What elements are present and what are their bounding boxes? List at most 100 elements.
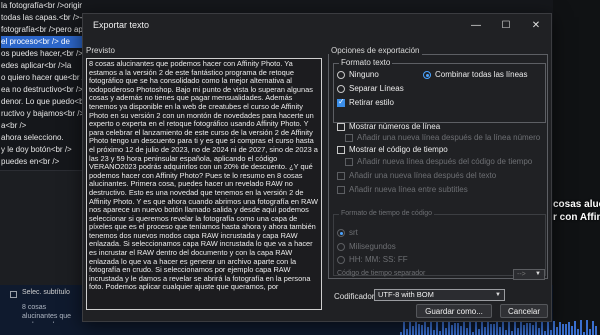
remove-style-label: Retirar estilo — [349, 98, 394, 107]
waveform-bar — [580, 320, 582, 335]
waveform-bar — [496, 321, 498, 335]
waveform-bar — [484, 326, 486, 335]
waveform-bar — [511, 331, 513, 335]
waveform-bar — [448, 321, 450, 335]
waveform-bar — [424, 321, 426, 335]
preview-label: Previsto — [86, 46, 115, 55]
radio-srt-label: srt — [349, 228, 358, 237]
source-text-line[interactable]: o quiero hacer que<br /> — [1, 72, 82, 84]
chevron-down-icon: ▼ — [535, 271, 541, 277]
waveform-bar — [589, 328, 591, 335]
background-panel — [0, 170, 82, 290]
radio-srt[interactable] — [337, 229, 345, 237]
newline-after-text-checkbox[interactable] — [337, 172, 345, 180]
waveform-bar — [553, 320, 555, 335]
waveform-bar — [550, 329, 552, 335]
waveform-bar — [547, 320, 549, 335]
waveform-bar — [412, 326, 414, 335]
source-text-line[interactable]: y le doy botón<br /> — [1, 144, 82, 156]
newline-after-text-label: Añadir una nueva línea después del texto — [349, 171, 497, 180]
waveform-bar — [418, 323, 420, 335]
waveform-bar — [463, 321, 465, 335]
waveform-bar — [439, 330, 441, 335]
newline-after-timecode-label: Añadir nueva línea después del código de… — [357, 157, 533, 166]
timecode-separator-select[interactable]: --> ▼ — [513, 269, 545, 280]
radio-hhmmssff-label: HH: MM: SS: FF — [349, 255, 408, 264]
waveform-bar — [454, 323, 456, 335]
waveform-bar — [490, 323, 492, 335]
waveform-bar — [406, 328, 408, 335]
select-subtitle-checkbox[interactable] — [10, 291, 17, 298]
waveform-bar — [520, 321, 522, 335]
waveform-bar — [472, 331, 474, 335]
timecode-format-label: Formato de tiempo de código — [339, 210, 435, 217]
source-text-line[interactable]: denor. Lo que puedo<br /> — [1, 96, 82, 108]
radio-combine-lines[interactable] — [423, 71, 431, 79]
radio-separate-lines[interactable] — [337, 85, 345, 93]
newline-after-timecode-checkbox[interactable] — [345, 158, 353, 166]
waveform-bar — [487, 322, 489, 335]
remove-style-checkbox[interactable] — [337, 97, 345, 107]
source-text-line[interactable]: ructivo y bajamos<br /> — [1, 108, 82, 120]
dialog-title: Exportar texto — [93, 20, 150, 30]
text-format-label: Formato texto — [339, 58, 393, 67]
export-text-dialog: Exportar texto — ☐ ✕ Previsto 8 cosas al… — [82, 13, 552, 322]
timecode-separator-value: --> — [517, 271, 526, 278]
radio-combine-label: Combinar todas las líneas — [435, 70, 528, 79]
show-line-numbers-label: Mostrar números de línea — [349, 122, 441, 131]
waveform-bar — [478, 329, 480, 335]
waveform-bar — [577, 329, 579, 335]
export-options-label: Opciones de exportación — [329, 46, 422, 55]
video-preview — [553, 0, 600, 335]
encoder-value: UTF-8 with BOM — [378, 290, 434, 299]
waveform-bar — [466, 328, 468, 335]
save-as-button[interactable]: Guardar como... — [416, 304, 492, 318]
waveform-bar — [421, 324, 423, 335]
waveform-bar — [415, 322, 417, 335]
waveform-bar — [445, 327, 447, 335]
newline-after-number-checkbox[interactable] — [345, 134, 353, 142]
radio-milliseconds-label: Milisegundos — [349, 242, 396, 251]
source-text-line[interactable]: el proceso<br /> de — [1, 36, 82, 48]
waveform-bar — [430, 320, 432, 335]
waveform-bar — [523, 325, 525, 335]
minimize-icon[interactable]: — — [461, 14, 491, 36]
waveform-bar — [526, 322, 528, 335]
source-text-line[interactable]: puedes en<br /> — [1, 156, 82, 168]
waveform-bar — [532, 325, 534, 335]
radio-hhmmssff[interactable] — [337, 256, 345, 264]
show-line-numbers-checkbox[interactable] — [337, 123, 345, 131]
encoder-select[interactable]: UTF-8 with BOM ▼ — [374, 289, 505, 301]
source-text-line[interactable]: todas las capas.<br />-Bueno, ¿qué — [1, 12, 82, 24]
show-timecode-checkbox[interactable] — [337, 146, 345, 154]
waveform-bar — [568, 322, 570, 335]
source-text-line[interactable]: la fotografía<br />original con la posib… — [1, 0, 82, 12]
waveform-bar — [469, 320, 471, 335]
waveform-bar — [514, 320, 516, 335]
source-text-line[interactable]: os puedes hacer,<br /> que — [1, 48, 82, 60]
cancel-button[interactable]: Cancelar — [500, 304, 548, 318]
source-text-line[interactable]: edes aplicar<br />la — [1, 60, 82, 72]
waveform-bar — [442, 320, 444, 335]
newline-between-subs-label: Añadir nueva línea entre subtitles — [349, 185, 468, 194]
waveform-bar — [571, 326, 573, 335]
source-text-line[interactable]: ea no destructivo<br /> — [1, 84, 82, 96]
dialog-titlebar: Exportar texto — ☐ ✕ — [83, 14, 551, 36]
preview-textarea[interactable]: 8 cosas alucinantes que podemos hacer co… — [86, 58, 322, 310]
waveform-bar — [562, 324, 564, 335]
waveform-bar — [544, 331, 546, 335]
source-text-line[interactable]: ahora selecciono. — [1, 132, 82, 144]
waveform-bar — [481, 320, 483, 335]
waveform-bar — [499, 326, 501, 335]
radio-none-label: Ninguno — [349, 70, 379, 79]
waveform-bar — [475, 320, 477, 335]
waveform-bar — [556, 326, 558, 335]
source-text-line[interactable]: fotografía<br />pero aplicando los ajust… — [1, 24, 82, 36]
newline-between-subs-checkbox[interactable] — [337, 186, 345, 194]
maximize-icon[interactable]: ☐ — [491, 14, 521, 36]
source-text-line[interactable]: a<br /> — [1, 120, 82, 132]
radio-milliseconds[interactable] — [337, 243, 345, 251]
close-icon[interactable]: ✕ — [521, 14, 551, 36]
radio-none[interactable] — [337, 71, 345, 79]
waveform-bar — [541, 320, 543, 335]
